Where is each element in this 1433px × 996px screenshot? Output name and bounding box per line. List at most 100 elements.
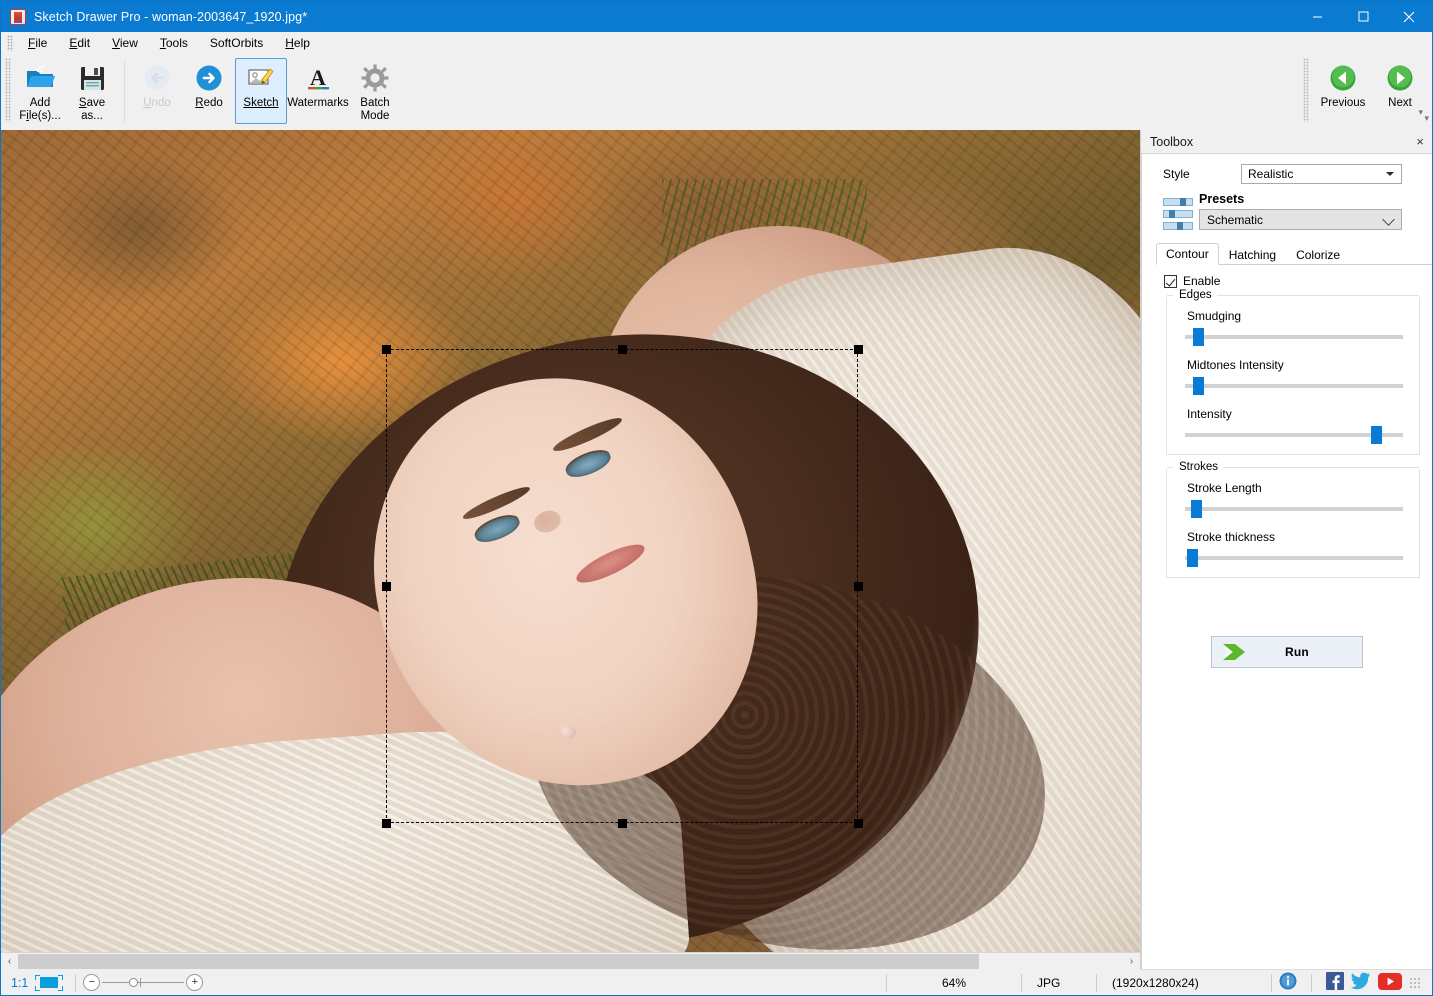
selection-handle[interactable] bbox=[854, 819, 863, 828]
resize-grip-icon[interactable] bbox=[1409, 977, 1421, 989]
stroke-length-slider[interactable] bbox=[1185, 500, 1403, 518]
toolbar-nav-overflow-button[interactable]: ▾ bbox=[1418, 107, 1423, 118]
menu-item-tools[interactable]: Tools bbox=[149, 33, 199, 53]
scrollbar-track[interactable] bbox=[18, 953, 1123, 970]
run-button[interactable]: Run bbox=[1211, 636, 1363, 668]
sketch-pencil-icon bbox=[246, 62, 276, 94]
toolbox-title: Toolbox bbox=[1150, 135, 1193, 149]
status-divider-3 bbox=[1021, 974, 1022, 992]
zoom-slider-knob[interactable] bbox=[129, 978, 138, 987]
smudging-track[interactable] bbox=[1185, 335, 1403, 339]
toolbar-tools-group: Sketch A Watermarks bbox=[235, 58, 401, 124]
toolbox-close-icon[interactable]: × bbox=[1416, 135, 1424, 148]
menu-grip-handle[interactable] bbox=[7, 35, 13, 51]
tab-hatching[interactable]: Hatching bbox=[1219, 244, 1286, 265]
enable-checkbox[interactable] bbox=[1164, 275, 1177, 288]
sketch-button[interactable]: Sketch bbox=[235, 58, 287, 124]
scroll-left-arrow-icon[interactable]: ‹ bbox=[1, 953, 18, 970]
presets-row: Presets Schematic bbox=[1142, 184, 1432, 230]
enable-label: Enable bbox=[1183, 274, 1220, 288]
toolbar-file-group: Add File(s)... Save bbox=[14, 58, 118, 124]
midtones-intensity-slider[interactable] bbox=[1185, 377, 1403, 395]
save-as-button[interactable]: Save as... bbox=[66, 58, 118, 124]
add-files-line2: File(s)... bbox=[19, 110, 61, 122]
twitter-icon[interactable] bbox=[1351, 972, 1371, 993]
scroll-right-arrow-icon[interactable]: › bbox=[1123, 953, 1140, 970]
add-files-button[interactable]: Add File(s)... bbox=[14, 58, 66, 124]
menu-item-file-label: ile bbox=[35, 36, 47, 50]
application-window: Sketch Drawer Pro - woman-2003647_1920.j… bbox=[0, 0, 1433, 996]
menu-item-help[interactable]: Help bbox=[274, 33, 321, 53]
close-button[interactable] bbox=[1386, 1, 1432, 32]
chevron-down-icon bbox=[1382, 213, 1395, 226]
menu-item-softorbits[interactable]: SoftOrbits bbox=[199, 33, 274, 53]
selection-handle[interactable] bbox=[618, 345, 627, 354]
fit-to-window-icon[interactable] bbox=[34, 975, 64, 991]
batch-mode-line1: Batch bbox=[360, 97, 389, 109]
selection-handle[interactable] bbox=[854, 345, 863, 354]
intensity-thumb[interactable] bbox=[1371, 426, 1382, 444]
zoom-out-button[interactable]: − bbox=[83, 974, 100, 991]
slider-intensity-group: Intensity bbox=[1177, 395, 1407, 444]
menu-item-file[interactable]: File bbox=[17, 33, 58, 53]
midtones-intensity-thumb[interactable] bbox=[1193, 377, 1204, 395]
zoom-slider[interactable]: − + bbox=[83, 974, 203, 991]
floppy-disk-icon bbox=[79, 62, 106, 94]
stroke-thickness-track[interactable] bbox=[1185, 556, 1403, 560]
sliders-preset-icon bbox=[1163, 198, 1193, 230]
toolbar-nav-grip-handle[interactable] bbox=[1303, 58, 1309, 122]
zoom-in-button[interactable]: + bbox=[186, 974, 203, 991]
selection-handle[interactable] bbox=[854, 582, 863, 591]
slider-stroke-thickness-group: Stroke thickness bbox=[1177, 518, 1407, 567]
youtube-icon[interactable] bbox=[1378, 973, 1402, 993]
stroke-thickness-slider[interactable] bbox=[1185, 549, 1403, 567]
intensity-slider[interactable] bbox=[1185, 426, 1403, 444]
tab-contour[interactable]: Contour bbox=[1156, 243, 1219, 265]
scrollbar-thumb[interactable] bbox=[18, 954, 979, 969]
selection-handle[interactable] bbox=[382, 819, 391, 828]
undo-button[interactable]: Undo bbox=[131, 58, 183, 124]
maximize-button[interactable] bbox=[1340, 1, 1386, 32]
style-dropdown[interactable]: Realistic bbox=[1241, 164, 1402, 184]
menu-item-view[interactable]: View bbox=[101, 33, 149, 53]
info-icon[interactable] bbox=[1279, 972, 1297, 993]
save-as-line2: as... bbox=[81, 110, 103, 122]
title-bar: Sketch Drawer Pro - woman-2003647_1920.j… bbox=[1, 1, 1432, 32]
presets-dropdown[interactable]: Schematic bbox=[1199, 209, 1402, 230]
smudging-thumb[interactable] bbox=[1193, 328, 1204, 346]
selection-handle[interactable] bbox=[618, 819, 627, 828]
tab-colorize[interactable]: Colorize bbox=[1286, 244, 1350, 265]
image-canvas[interactable] bbox=[1, 130, 1140, 952]
app-logo-icon bbox=[10, 9, 26, 25]
tab-contour-label: Contour bbox=[1166, 247, 1209, 261]
menu-item-view-label: iew bbox=[120, 36, 138, 50]
enable-checkbox-row[interactable]: Enable bbox=[1164, 274, 1432, 288]
stroke-thickness-thumb[interactable] bbox=[1187, 549, 1198, 567]
stroke-length-track[interactable] bbox=[1185, 507, 1403, 511]
main-toolbar: Add File(s)... Save bbox=[1, 54, 1432, 130]
selection-rectangle[interactable] bbox=[386, 349, 858, 823]
slider-stroke-length-group: Stroke Length bbox=[1177, 469, 1407, 518]
green-left-arrow-icon bbox=[1329, 62, 1357, 94]
previous-button[interactable]: Previous bbox=[1312, 58, 1374, 124]
toolbar-navigation-group: Previous Next ▾ bbox=[1299, 58, 1426, 124]
selection-handle[interactable] bbox=[382, 345, 391, 354]
window-title: Sketch Drawer Pro - woman-2003647_1920.j… bbox=[34, 10, 307, 24]
smudging-slider[interactable] bbox=[1185, 328, 1403, 346]
selection-handle[interactable] bbox=[382, 582, 391, 591]
zoom-ratio-label[interactable]: 1:1 bbox=[1, 976, 34, 990]
toolbar-grip-handle[interactable] bbox=[5, 58, 11, 122]
midtones-intensity-track[interactable] bbox=[1185, 384, 1403, 388]
facebook-icon[interactable] bbox=[1326, 972, 1344, 993]
menu-item-edit[interactable]: Edit bbox=[58, 33, 101, 53]
strokes-legend-label: Strokes bbox=[1173, 461, 1223, 473]
canvas-horizontal-scrollbar[interactable]: ‹ › bbox=[1, 952, 1140, 969]
run-button-container: Run bbox=[1142, 636, 1432, 668]
batch-mode-button[interactable]: Batch Mode bbox=[349, 58, 401, 124]
zoom-slider-track[interactable] bbox=[102, 974, 184, 991]
intensity-track[interactable] bbox=[1185, 433, 1403, 437]
redo-button[interactable]: Redo bbox=[183, 58, 235, 124]
stroke-length-thumb[interactable] bbox=[1191, 500, 1202, 518]
minimize-button[interactable] bbox=[1294, 1, 1340, 32]
watermarks-button[interactable]: A Watermarks bbox=[287, 58, 349, 124]
